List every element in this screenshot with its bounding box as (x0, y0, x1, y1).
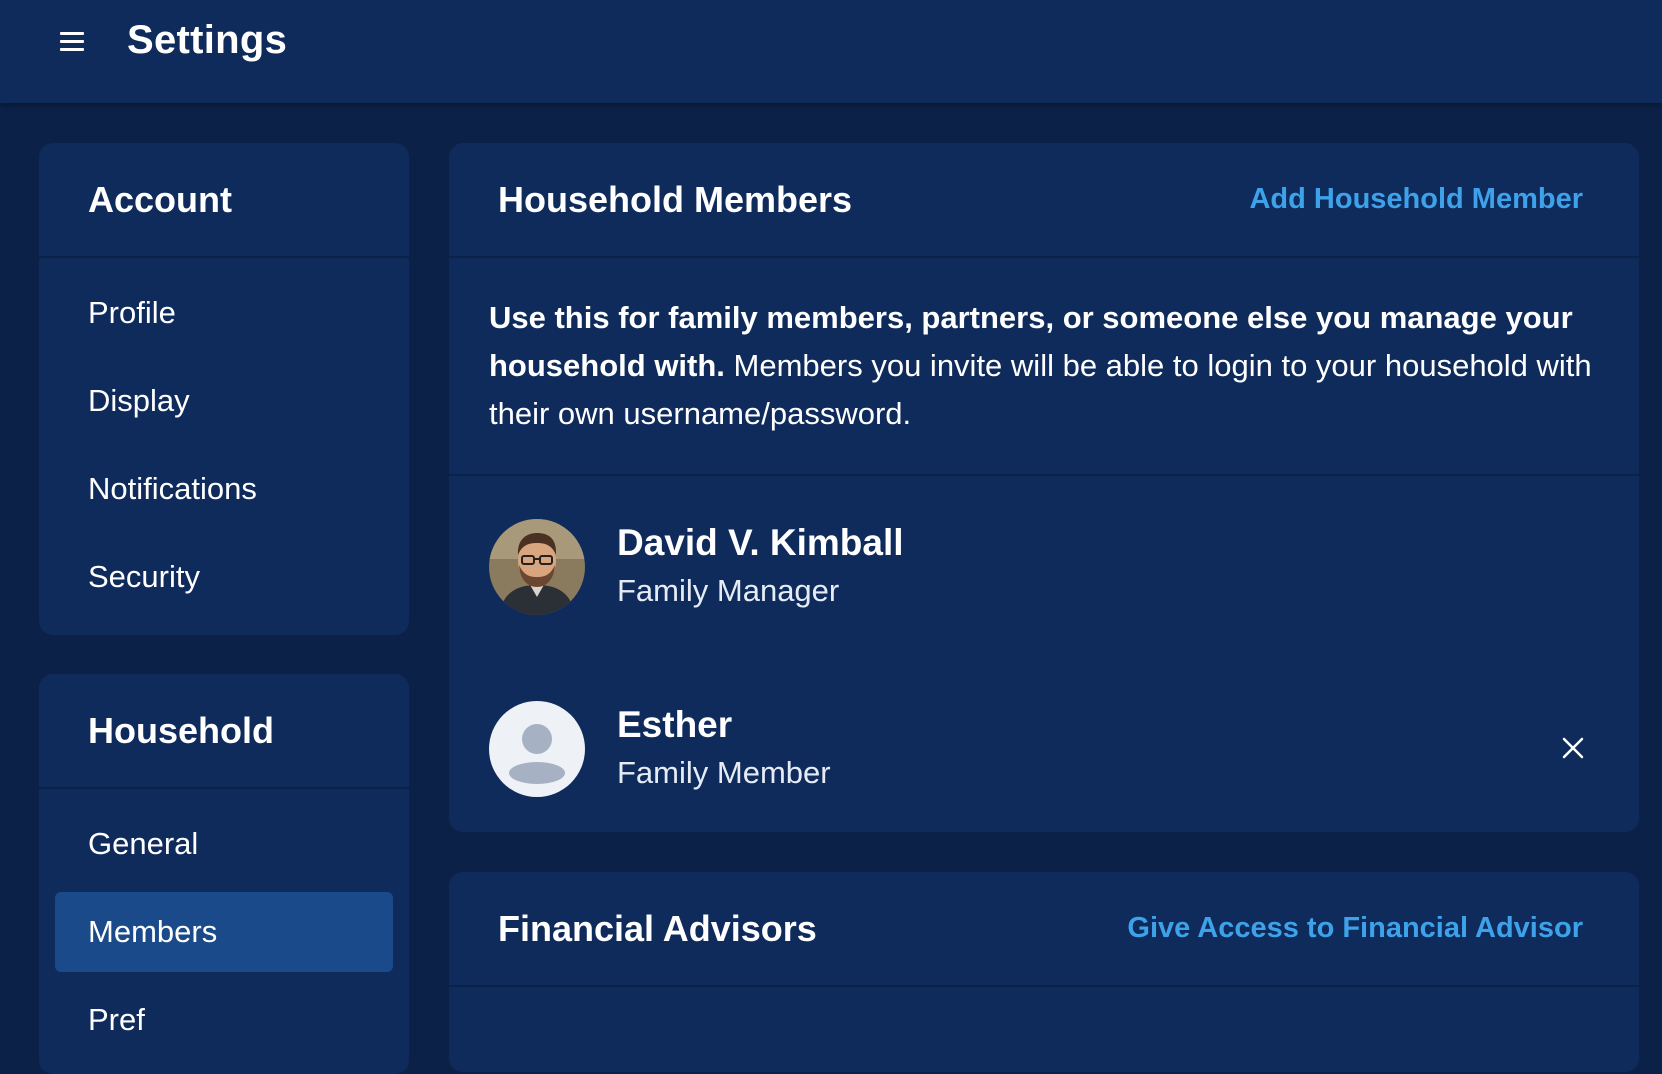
household-heading: Household (39, 674, 409, 789)
financial-advisors-card: Financial Advisors Give Access to Financ… (449, 872, 1639, 1072)
member-role: Family Member (617, 755, 831, 790)
financial-advisors-header: Financial Advisors Give Access to Financ… (449, 872, 1639, 987)
default-user-avatar-icon (489, 701, 585, 797)
photo-avatar (489, 519, 585, 615)
household-members-card: Household Members Add Household Member U… (449, 143, 1639, 832)
hamburger-menu-icon[interactable] (60, 26, 90, 56)
top-bar: Settings (0, 0, 1662, 103)
member-row: Esther Family Member (449, 658, 1639, 832)
sidebar-item-general[interactable]: General (55, 804, 393, 884)
account-nav-card: Account Profile Display Notifications Se… (39, 143, 409, 635)
member-name: Esther (617, 704, 733, 745)
sidebar-item-preferences[interactable]: Pref (55, 980, 393, 1060)
add-household-member-link[interactable]: Add Household Member (1249, 183, 1583, 216)
close-icon[interactable] (1559, 734, 1587, 762)
give-advisor-access-link[interactable]: Give Access to Financial Advisor (1127, 912, 1583, 945)
sidebar-item-security[interactable]: Security (55, 537, 393, 617)
account-nav-list: Profile Display Notifications Security (39, 258, 409, 635)
page-title: Settings (127, 18, 288, 62)
member-info: Esther Family Member (617, 701, 831, 797)
member-row: David V. Kimball Family Manager (449, 476, 1639, 658)
member-name: David V. Kimball (617, 522, 904, 563)
member-role: Family Manager (617, 573, 840, 608)
household-nav-list: General Members Pref (39, 789, 409, 1074)
sidebar-item-display[interactable]: Display (55, 361, 393, 441)
member-info: David V. Kimball Family Manager (617, 519, 904, 615)
account-heading: Account (39, 143, 409, 258)
sidebar-item-profile[interactable]: Profile (55, 273, 393, 353)
sidebar-item-members[interactable]: Members (55, 892, 393, 972)
sidebar-item-notifications[interactable]: Notifications (55, 449, 393, 529)
household-members-title: Household Members (498, 178, 853, 220)
financial-advisors-title: Financial Advisors (498, 907, 817, 949)
household-members-header: Household Members Add Household Member (449, 143, 1639, 258)
household-members-description: Use this for family members, partners, o… (449, 258, 1639, 476)
household-nav-card: Household General Members Pref (39, 674, 409, 1074)
